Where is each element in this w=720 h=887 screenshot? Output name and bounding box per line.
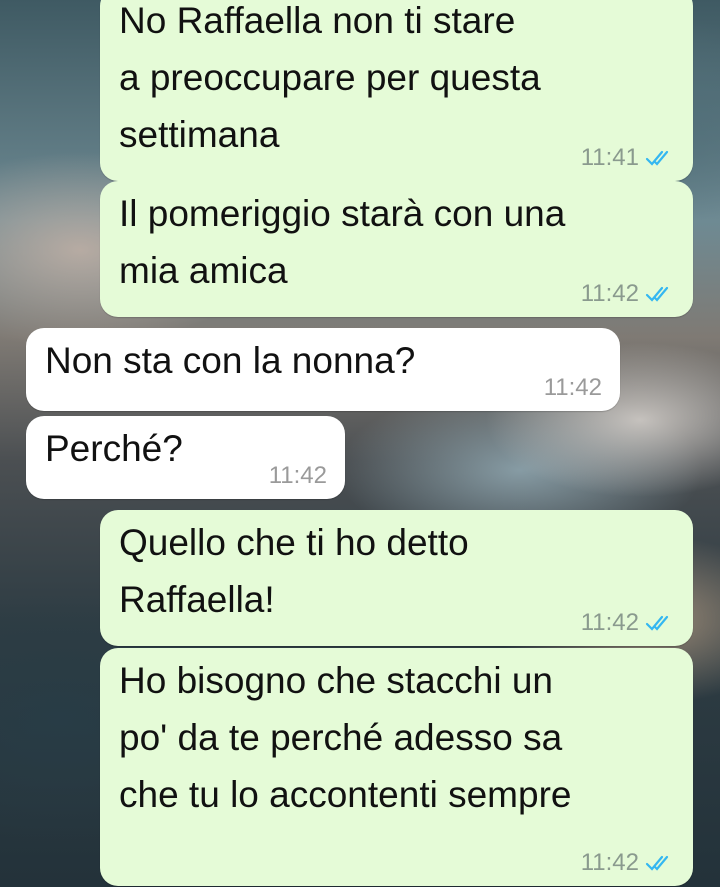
message-text: Perché?: [45, 428, 183, 469]
message-text: Ho bisogno che stacchi un po' da te perc…: [119, 660, 572, 815]
message-text: Non sta con la nonna?: [45, 340, 416, 381]
message-time: 11:42: [268, 462, 327, 489]
incoming-message[interactable]: Non sta con la nonna? 11:42: [26, 328, 620, 411]
message-text: No Raffaella non ti stare a preoccupare …: [119, 0, 541, 155]
double-check-icon: [645, 615, 669, 631]
message-time: 11:41: [580, 144, 639, 171]
double-check-icon: [645, 150, 669, 166]
outgoing-message[interactable]: Quello che ti ho detto Raffaella! 11:42: [100, 510, 693, 646]
message-time: 11:42: [580, 609, 639, 636]
message-text: Quello che ti ho detto Raffaella!: [119, 522, 469, 620]
incoming-message[interactable]: Perché? 11:42: [26, 416, 345, 499]
message-time: 11:42: [580, 849, 639, 876]
outgoing-message[interactable]: Il pomeriggio starà con una mia amica 11…: [100, 181, 693, 317]
message-text: Il pomeriggio starà con una mia amica: [119, 193, 566, 291]
outgoing-message[interactable]: Ho bisogno che stacchi un po' da te perc…: [100, 648, 693, 886]
message-time: 11:42: [543, 374, 602, 401]
double-check-icon: [645, 855, 669, 871]
message-time: 11:42: [580, 280, 639, 307]
outgoing-message[interactable]: No Raffaella non ti stare a preoccupare …: [100, 0, 693, 181]
double-check-icon: [645, 286, 669, 302]
